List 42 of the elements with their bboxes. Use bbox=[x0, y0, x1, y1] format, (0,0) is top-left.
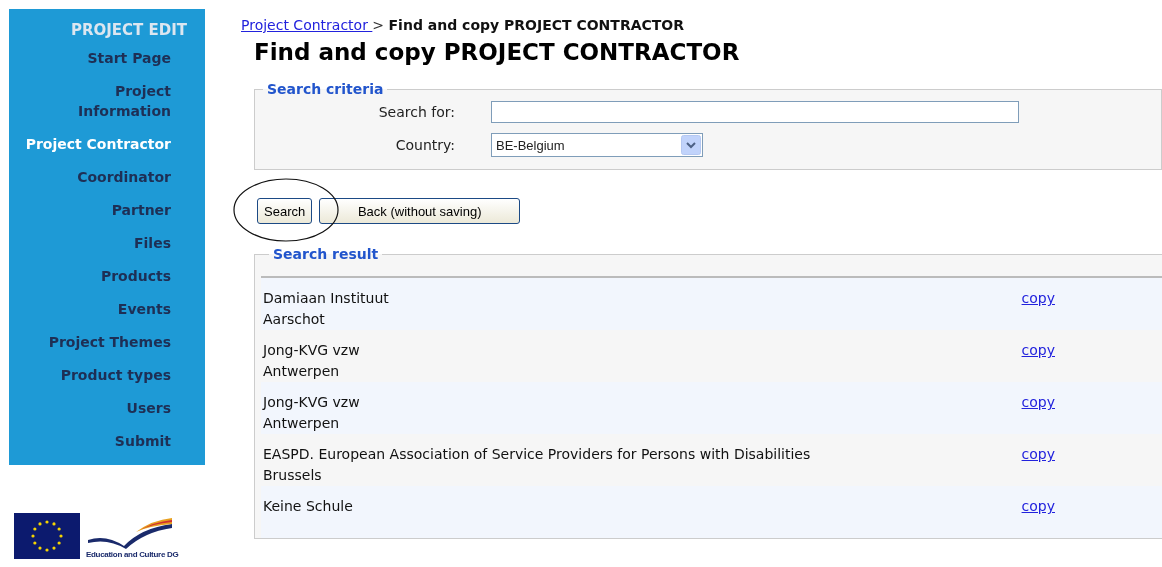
sidebar-item[interactable]: Project Information bbox=[31, 78, 171, 131]
bird-logo-icon bbox=[86, 518, 174, 550]
contractor-city: Brussels bbox=[263, 466, 323, 485]
sidebar-item[interactable]: Submit bbox=[31, 428, 171, 461]
breadcrumb-link[interactable]: Project Contractor bbox=[241, 17, 373, 33]
sidebar-item[interactable]: Project Themes bbox=[31, 329, 171, 362]
sidebar-item[interactable]: Events bbox=[31, 296, 171, 329]
breadcrumb-separator: > bbox=[372, 17, 385, 33]
sidebar-item[interactable]: Partner bbox=[31, 197, 171, 230]
sidebar-item[interactable]: Users bbox=[31, 395, 171, 428]
contractor-name: Jong-KVG vzw bbox=[263, 393, 360, 412]
sidebar-item[interactable]: Products bbox=[31, 263, 171, 296]
field-label: Search for: bbox=[377, 104, 455, 120]
sidebar-item[interactable]: Files bbox=[31, 230, 171, 263]
sidebar-item[interactable]: Product types bbox=[31, 362, 171, 395]
sidebar-title: PROJECT EDIT bbox=[70, 21, 187, 39]
search-field[interactable] bbox=[491, 101, 1019, 123]
contractor-name: Jong-KVG vzw bbox=[263, 341, 360, 360]
sidebar-item[interactable]: Start Page bbox=[31, 45, 171, 78]
field-label: Country: bbox=[394, 137, 455, 153]
copy-link[interactable]: copy bbox=[1021, 340, 1055, 382]
flag-icon bbox=[14, 513, 80, 559]
page-heading: Find and copy PROJECT CONTRACTOR bbox=[254, 39, 741, 65]
contractor-name: Damiaan Instituut bbox=[263, 289, 389, 308]
back-button[interactable]: Back (without saving) bbox=[319, 198, 521, 224]
breadcrumb-current: Find and copy PROJECT CONTRACTOR bbox=[388, 17, 684, 33]
logo-caption: Education and Culture DG bbox=[86, 550, 179, 559]
copy-link[interactable]: copy bbox=[1021, 444, 1055, 486]
copy-link[interactable]: copy bbox=[1021, 392, 1055, 434]
search-button[interactable]: Search bbox=[257, 198, 313, 224]
contractor-city: Aarschot bbox=[263, 310, 326, 329]
contractor-name: Keine Schule bbox=[263, 497, 353, 516]
section-legend: Search result bbox=[269, 246, 383, 262]
sidebar-item[interactable]: Project Contractor bbox=[25, 131, 171, 164]
copy-link[interactable]: copy bbox=[1021, 496, 1055, 538]
copy-link[interactable]: copy bbox=[1021, 288, 1055, 330]
contractor-name: EASPD. European Association of Service Providers for Persons with Disabilities bbox=[263, 445, 811, 464]
section-legend: Search criteria bbox=[263, 81, 388, 97]
sidebar-item[interactable]: Coordinator bbox=[31, 164, 171, 197]
contractor-city: Antwerpen bbox=[263, 362, 341, 381]
contractor-city: Antwerpen bbox=[263, 414, 341, 433]
country-dropdown[interactable]: BE-Belgium bbox=[491, 133, 703, 157]
